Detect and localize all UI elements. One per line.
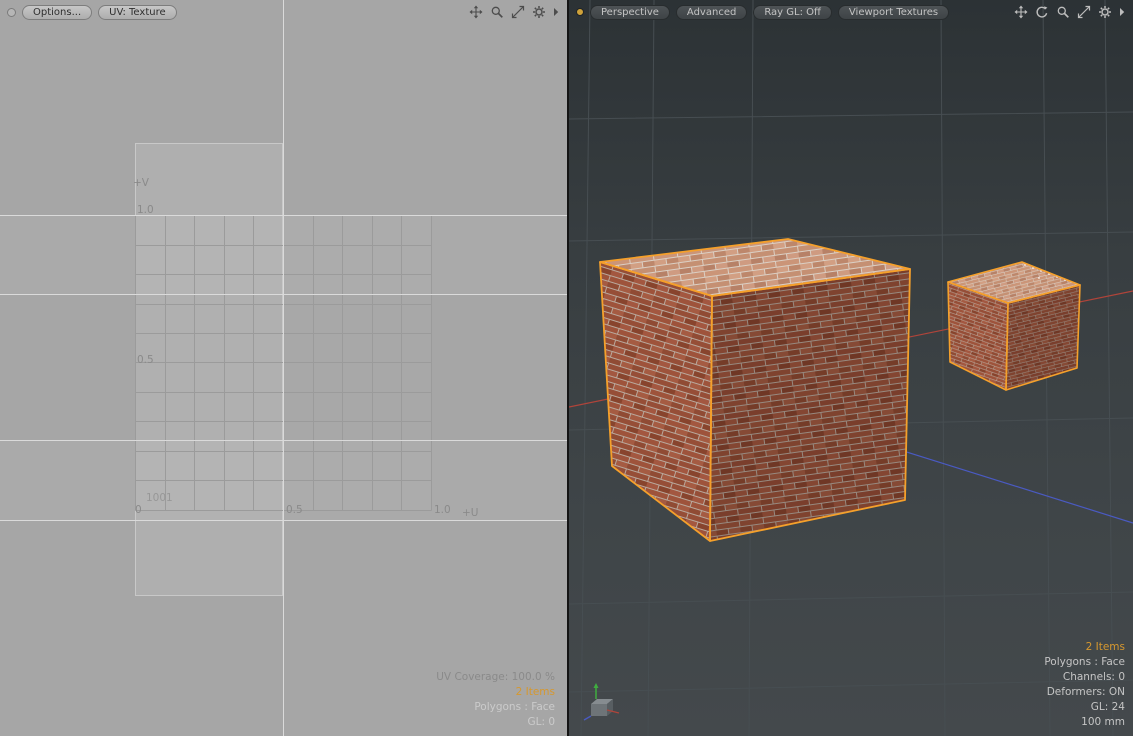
gl-grid-size: 100 mm: [1081, 716, 1125, 728]
uv-header: Options... UV: Texture: [0, 4, 567, 20]
panel-menu-arrow-icon[interactable]: [553, 7, 560, 17]
u-max-label: 1.0: [434, 504, 451, 516]
gl-toolbar: [1014, 5, 1126, 19]
gl-status-readout: 2 Items Polygons : Face Channels: 0 Defo…: [1044, 640, 1125, 730]
modo-split-view: +V 1.0 0.5 1001 0 0.5 1.0 +U Options... …: [0, 0, 1133, 736]
uv-editor-panel: +V 1.0 0.5 1001 0 0.5 1.0 +U Options... …: [0, 0, 567, 736]
zoom-icon[interactable]: [1056, 5, 1070, 19]
gear-icon[interactable]: [532, 5, 546, 19]
fit-view-icon[interactable]: [511, 5, 525, 19]
u-axis-label: +U: [462, 507, 478, 519]
pan-icon[interactable]: [469, 5, 483, 19]
gear-icon[interactable]: [1098, 5, 1112, 19]
uv-status-readout: UV Coverage: 100.0 % 2 Items Polygons : …: [436, 670, 555, 730]
uv-polygons-mode: Polygons : Face: [474, 701, 555, 713]
uv-gl-counter: GL: 0: [527, 716, 555, 728]
gl-header: Perspective Advanced Ray GL: Off Viewpor…: [569, 4, 1133, 20]
small-brick-cube[interactable]: [947, 261, 1081, 391]
options-button[interactable]: Options...: [22, 4, 93, 20]
gl-polygons-mode: Polygons : Face: [1044, 656, 1125, 668]
v-axis-label: +V: [133, 177, 150, 189]
v-max-label: 1.0: [137, 204, 154, 216]
v-mid-label: 0.5: [137, 354, 154, 366]
panel-thumb-widget[interactable]: [7, 7, 16, 17]
pan-icon[interactable]: [1014, 5, 1028, 19]
gizmo-z-axis: [583, 715, 592, 721]
origin-label: 0: [135, 504, 142, 516]
viewport-state-dot[interactable]: [576, 8, 584, 16]
fit-view-icon[interactable]: [1077, 5, 1091, 19]
uv-items-count: 2 Items: [515, 686, 555, 698]
view-mode-button[interactable]: Perspective: [590, 4, 670, 20]
uv-shell-rect[interactable]: [135, 143, 283, 596]
shading-mode-button[interactable]: Advanced: [675, 4, 748, 20]
viewport-textures-button[interactable]: Viewport Textures: [837, 4, 950, 20]
uv-coverage-label: UV Coverage: 100.0 %: [436, 671, 555, 683]
3d-viewport-canvas[interactable]: [569, 0, 1133, 736]
gl-counter: GL: 24: [1090, 701, 1125, 713]
ray-gl-button[interactable]: Ray GL: Off: [753, 4, 832, 20]
uv-grid-canvas[interactable]: +V 1.0 0.5 1001 0 0.5 1.0 +U: [0, 0, 567, 736]
u-mid-label: 0.5: [286, 504, 303, 516]
gl-channels-count: Channels: 0: [1062, 671, 1125, 683]
3d-viewport-panel: Perspective Advanced Ray GL: Off Viewpor…: [569, 0, 1133, 736]
gizmo-cube-front: [591, 704, 607, 716]
zoom-icon[interactable]: [490, 5, 504, 19]
gl-deformers-state: Deformers: ON: [1046, 686, 1125, 698]
gl-items-count: 2 Items: [1085, 641, 1125, 653]
uv-toolbar: [469, 5, 560, 19]
udim-tile-label: 1001: [146, 492, 173, 504]
panel-menu-arrow-icon[interactable]: [1119, 7, 1126, 17]
orbit-rotate-icon[interactable]: [1035, 5, 1049, 19]
uv-map-button[interactable]: UV: Texture: [98, 4, 177, 20]
axis-orientation-gizmo: [583, 683, 620, 721]
